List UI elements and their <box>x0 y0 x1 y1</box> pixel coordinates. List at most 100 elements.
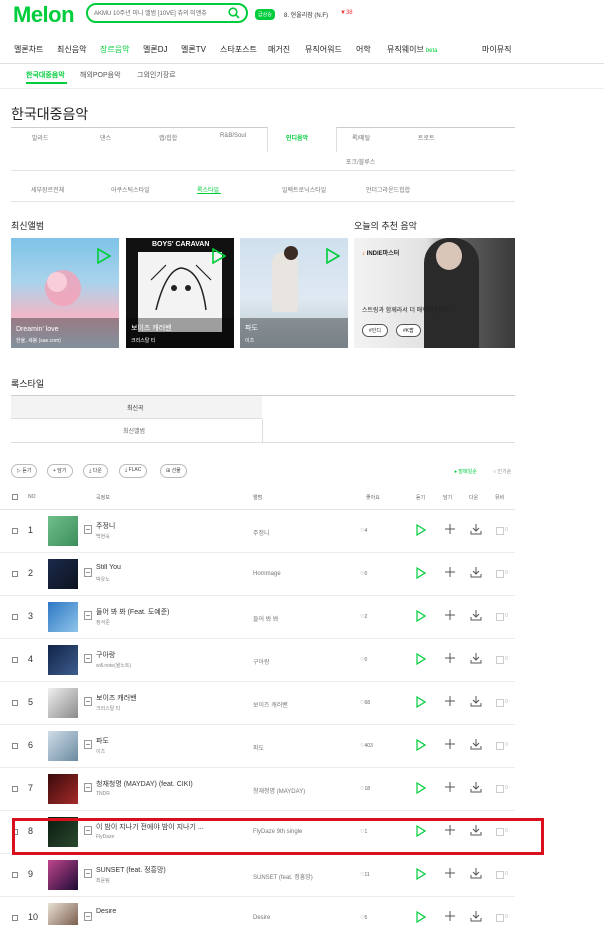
album-title[interactable]: 파도 <box>245 323 258 333</box>
play-icon[interactable] <box>416 567 426 579</box>
download-icon[interactable] <box>470 523 482 535</box>
recommend-card[interactable]: ♪ INDIE마스터 스트링과 함께라서 더 매력적 인디? #인디 #K팝 <box>354 238 515 348</box>
row-checkbox[interactable] <box>12 700 18 706</box>
play-icon[interactable] <box>326 248 340 264</box>
song-title[interactable]: SUNSET (feat. 정흥망) <box>96 865 236 875</box>
listen-all-button[interactable]: ▷ 듣기 <box>11 464 38 478</box>
mv-button[interactable] <box>496 699 504 707</box>
nav-melon-chart[interactable]: 멜론차트 <box>14 44 43 55</box>
album-card[interactable]: Dreamin' love 한율, 세봉 (sae.com) <box>11 238 119 348</box>
nav-my-music[interactable]: 마이뮤직 <box>482 44 511 55</box>
tab-latest-songs-label[interactable]: 최신곡 <box>127 403 144 412</box>
album-title[interactable]: 보이즈 캐러밴 <box>131 323 172 333</box>
song-album[interactable]: Hommage <box>253 571 281 577</box>
song-album[interactable]: SUNSET (feat. 정흥망) <box>253 872 313 881</box>
album-cover[interactable] <box>48 516 78 546</box>
nav-melon-dj[interactable]: 멜론DJ <box>143 44 168 55</box>
row-checkbox[interactable] <box>12 743 18 749</box>
play-icon[interactable] <box>97 248 111 264</box>
mv-button[interactable] <box>496 871 504 879</box>
melon-logo[interactable]: Melon <box>13 2 75 28</box>
song-album[interactable]: Desire <box>253 915 270 921</box>
tab-latest-albums-label[interactable]: 최신앨범 <box>123 426 145 435</box>
mv-button[interactable] <box>496 570 504 578</box>
genre-ballad[interactable]: 발라드 <box>32 133 49 142</box>
download-icon[interactable] <box>470 867 482 879</box>
row-checkbox[interactable] <box>12 915 18 921</box>
row-checkbox[interactable] <box>12 528 18 534</box>
song-info-icon[interactable] <box>84 611 92 620</box>
nav-melon-tv[interactable]: 멜론TV <box>181 44 206 55</box>
song-album[interactable]: 들어 봐 봐 <box>253 614 278 623</box>
like-button[interactable]: ♡11 <box>360 872 370 878</box>
nav-starpost[interactable]: 스타포스트 <box>220 44 257 55</box>
download-icon[interactable] <box>470 695 482 707</box>
album-artist[interactable]: 한율, 세봉 (sae.com) <box>16 337 61 344</box>
play-icon[interactable] <box>416 739 426 751</box>
song-title[interactable]: 파도 <box>96 736 236 746</box>
mv-button[interactable] <box>496 742 504 750</box>
search-input[interactable]: AKMU 10주년 미니 앨범 [10VE] 츄의 미앤츄 <box>86 3 248 23</box>
genre-rock[interactable]: 록/메탈 <box>352 133 370 142</box>
like-button[interactable]: ♡68 <box>360 700 370 706</box>
song-title[interactable]: Desire <box>96 908 236 915</box>
add-all-button[interactable]: + 담기 <box>47 464 73 478</box>
add-icon[interactable] <box>444 609 456 621</box>
row-checkbox[interactable] <box>12 614 18 620</box>
song-album[interactable]: 보이즈 캐러밴 <box>253 700 288 709</box>
genre-hiphop[interactable]: 랩/힙합 <box>159 133 177 142</box>
song-artist[interactable]: TNDR <box>96 791 110 797</box>
add-icon[interactable] <box>444 566 456 578</box>
search-icon[interactable] <box>228 7 240 19</box>
album-cover[interactable] <box>48 602 78 632</box>
song-artist[interactable]: 박유노 <box>96 576 110 583</box>
select-all-checkbox[interactable] <box>12 494 18 500</box>
like-button[interactable]: ♡0 <box>360 571 367 577</box>
play-icon[interactable] <box>416 610 426 622</box>
genre-trot[interactable]: 트로트 <box>418 133 435 142</box>
gift-button[interactable]: ⊞ 선물 <box>160 464 187 478</box>
album-cover[interactable] <box>48 860 78 890</box>
play-icon[interactable] <box>416 696 426 708</box>
song-info-icon[interactable] <box>84 869 92 878</box>
tag-indie-button[interactable]: #인디 <box>362 324 388 337</box>
add-icon[interactable] <box>444 738 456 750</box>
mv-button[interactable] <box>496 785 504 793</box>
song-info-icon[interactable] <box>84 654 92 663</box>
song-info-icon[interactable] <box>84 740 92 749</box>
play-icon[interactable] <box>416 653 426 665</box>
album-artist[interactable]: 크리스탈 티 <box>131 337 155 344</box>
like-button[interactable]: ♡0 <box>360 657 367 663</box>
mv-button[interactable] <box>496 527 504 535</box>
genre-dance[interactable]: 댄스 <box>100 133 111 142</box>
play-icon[interactable] <box>416 911 426 923</box>
song-album[interactable]: 구아랑 <box>253 657 270 666</box>
sort-popular[interactable]: ○ 인기순 <box>493 468 511 475</box>
play-icon[interactable] <box>416 782 426 794</box>
song-title[interactable]: Still You <box>96 564 236 571</box>
row-checkbox[interactable] <box>12 571 18 577</box>
mv-button[interactable] <box>496 656 504 664</box>
play-icon[interactable] <box>416 524 426 536</box>
row-checkbox[interactable] <box>12 657 18 663</box>
flac-button[interactable]: ⤓ FLAC <box>119 464 148 478</box>
genre-indie[interactable]: 인디음악 <box>286 133 308 142</box>
album-cover[interactable] <box>48 645 78 675</box>
search-value[interactable]: AKMU 10주년 미니 앨범 [10VE] 츄의 미앤츄 <box>94 8 226 17</box>
album-cover[interactable] <box>48 559 78 589</box>
song-title[interactable]: 보이즈 캐러밴 <box>96 693 236 703</box>
nav-genre-music[interactable]: 장르음악 <box>100 44 129 55</box>
style-all[interactable]: 세부장르전체 <box>31 185 64 194</box>
download-icon[interactable] <box>470 566 482 578</box>
like-button[interactable]: ♡2 <box>360 614 367 620</box>
add-icon[interactable] <box>444 781 456 793</box>
album-cover[interactable] <box>48 903 78 925</box>
subnav-other[interactable]: 그외인기장르 <box>137 70 176 80</box>
add-icon[interactable] <box>444 695 456 707</box>
album-cover[interactable] <box>48 731 78 761</box>
style-acoustic[interactable]: 어쿠스틱스타일 <box>111 185 150 194</box>
add-icon[interactable] <box>444 652 456 664</box>
like-button[interactable]: ♡18 <box>360 786 370 792</box>
song-album[interactable]: 파도 <box>253 743 264 752</box>
add-icon[interactable] <box>444 523 456 535</box>
